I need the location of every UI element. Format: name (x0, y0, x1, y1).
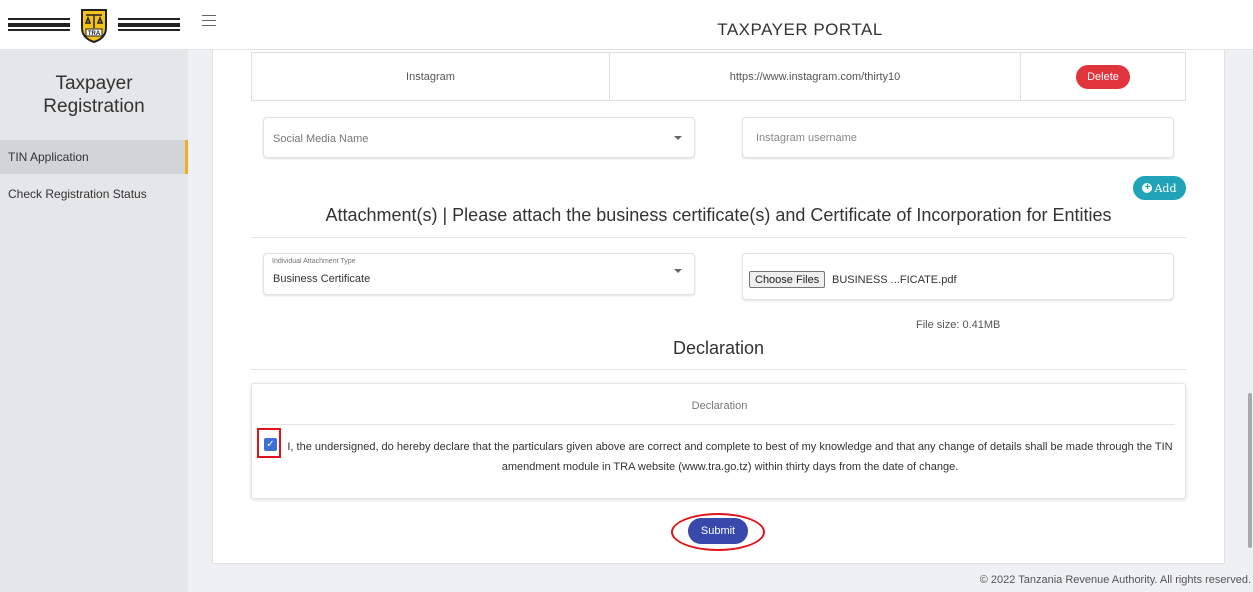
sidebar-title: Taxpayer Registration (0, 72, 188, 118)
add-button-label: Add (1154, 181, 1177, 195)
checkmark-icon: ✓ (266, 439, 275, 450)
declaration-heading: Declaration (672, 338, 765, 358)
file-size-label: File size: 0.41MB (916, 319, 1001, 331)
declaration-card: Declaration I, the undersigned, do hereb… (251, 383, 1186, 499)
logo-right-stripes (118, 18, 180, 31)
sidebar-item-label: Check Registration Status (8, 187, 147, 201)
declaration-card-title: Declaration (691, 400, 748, 412)
sidebar-title-text: Taxpayer Registration (43, 73, 145, 117)
copyright-text: © 2022 Tanzania Revenue Authority. All r… (979, 574, 1251, 586)
table-cell-actions: Delete (1021, 53, 1185, 100)
svg-text:TRA: TRA (88, 31, 101, 37)
social-media-table: Instagram https://www.instagram.com/thir… (251, 52, 1186, 101)
scrollbar-thumb[interactable] (1248, 393, 1252, 548)
file-upload-field[interactable]: Choose Files BUSINESS ...FICATE.pdf (742, 253, 1174, 300)
delete-button[interactable]: Delete (1076, 64, 1130, 89)
attachment-type-label: Individual Attachment Type (272, 258, 356, 265)
plus-icon: + (1142, 183, 1153, 193)
tra-emblem-icon: TRA (81, 9, 107, 44)
submit-button[interactable]: Submit (688, 518, 748, 544)
tra-logo[interactable]: TRA (0, 0, 188, 50)
table-cell-social-name: Instagram (252, 53, 610, 100)
choose-files-button[interactable]: Choose Files (749, 271, 826, 288)
divider (262, 424, 1175, 425)
table-cell-social-url: https://www.instagram.com/thirty10 (610, 53, 1021, 100)
selected-file-name: BUSINESS ...FICATE.pdf (832, 274, 957, 286)
attachment-type-value: Business Certificate (273, 273, 371, 285)
footer: © 2022 Tanzania Revenue Authority. All r… (188, 566, 1253, 592)
sidebar-item-check-registration-status[interactable]: Check Registration Status (0, 177, 188, 211)
username-input[interactable] (743, 118, 1173, 157)
add-button[interactable]: + Add (1133, 176, 1186, 200)
attachments-heading: Attachment(s) | Please attach the busine… (325, 205, 1112, 225)
social-media-name-select[interactable]: Social Media Name (263, 117, 695, 158)
sidebar: Taxpayer Registration TIN Application Ch… (0, 50, 188, 592)
attachment-type-select[interactable]: Individual Attachment Type Business Cert… (263, 253, 695, 295)
declaration-checkbox[interactable]: ✓ (264, 438, 277, 451)
menu-toggle-icon[interactable] (202, 15, 216, 29)
declaration-text: I, the undersigned, do hereby declare th… (287, 441, 1173, 473)
portal-title: TAXPAYER PORTAL (717, 20, 883, 39)
logo-left-stripes (8, 18, 70, 31)
chevron-down-icon (674, 269, 682, 273)
sidebar-item-label: TIN Application (8, 150, 89, 164)
divider (251, 237, 1186, 238)
declaration-checkbox-highlight: ✓ (257, 428, 281, 458)
divider (251, 369, 1186, 370)
sidebar-item-tin-application[interactable]: TIN Application (0, 140, 188, 174)
chevron-down-icon (674, 135, 682, 140)
username-field[interactable] (742, 117, 1174, 158)
select-placeholder: Social Media Name (273, 133, 369, 145)
top-bar: TRA TAXPAYER PORTAL (0, 0, 1253, 50)
